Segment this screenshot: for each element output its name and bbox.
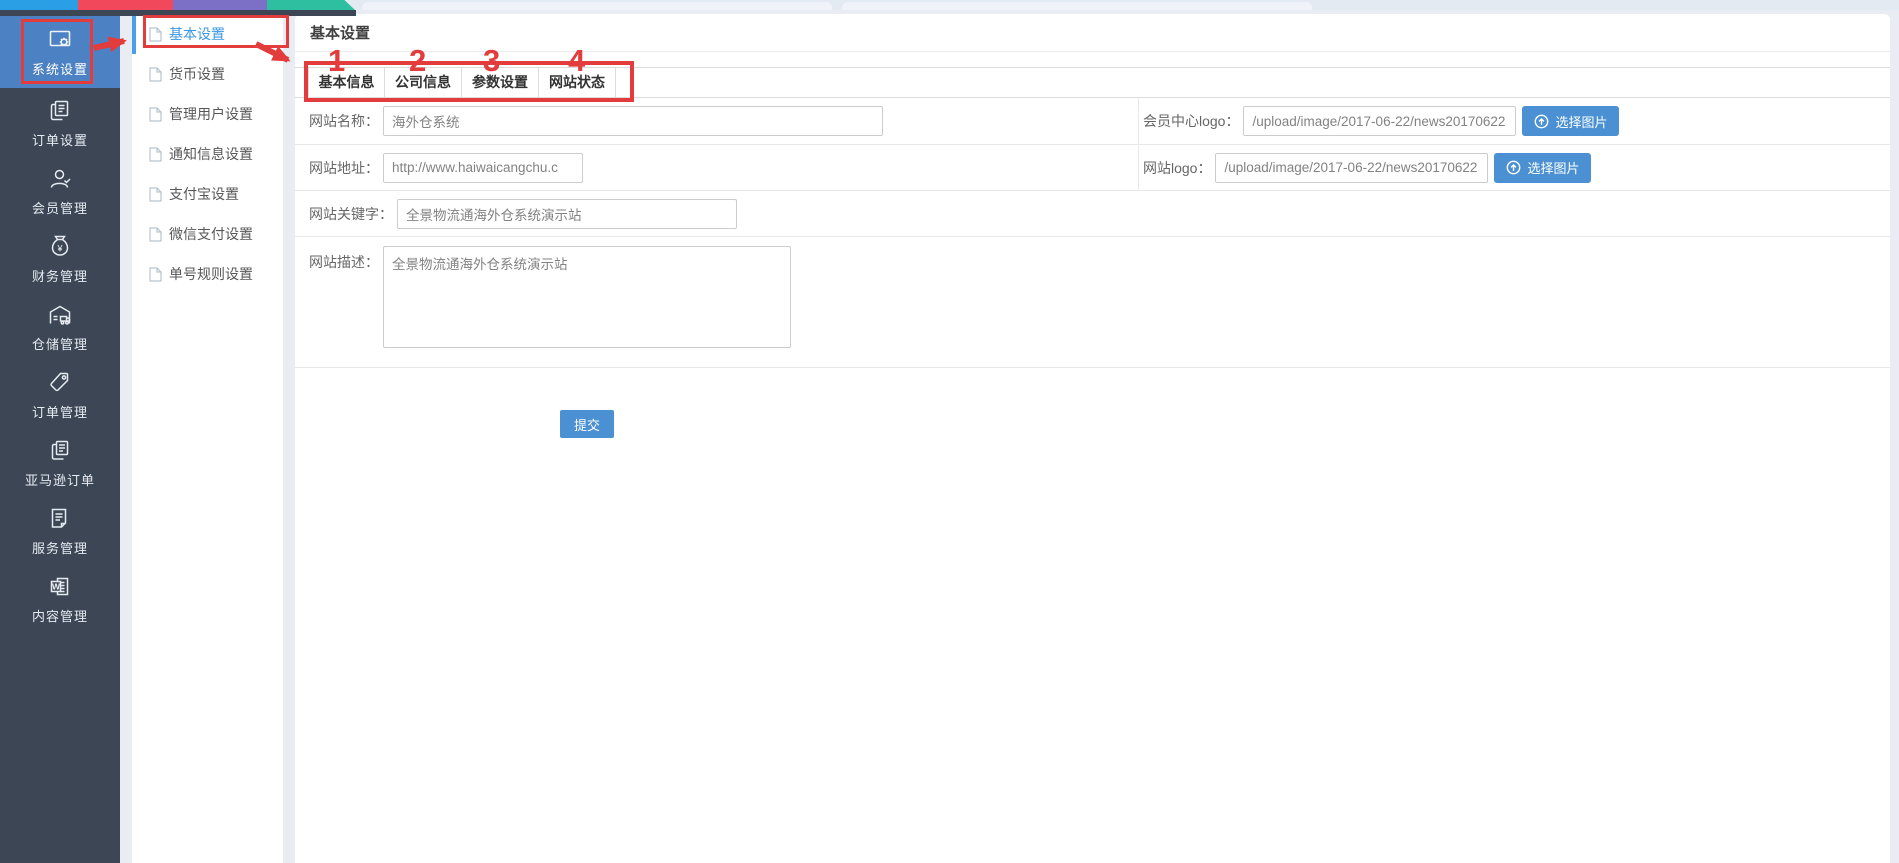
- site-name-label: 网站名称：: [309, 111, 379, 131]
- site-keywords-cell: 网站关键字：: [295, 191, 1890, 236]
- submit-button[interactable]: 提交: [560, 410, 614, 438]
- site-logo-cell: 网站logo： 选择图片: [1138, 145, 1890, 190]
- warehouse-truck-icon: [47, 300, 73, 330]
- tag-icon: [47, 368, 73, 398]
- sidebar-item-system-settings[interactable]: 系统设置: [0, 14, 120, 88]
- sidebar-item-amazon-orders[interactable]: 亚马逊订单: [0, 428, 120, 496]
- sidebar-item-member-management[interactable]: 会员管理: [0, 156, 120, 224]
- site-keywords-label: 网站关键字：: [309, 204, 393, 224]
- site-keywords-input[interactable]: [397, 199, 737, 229]
- submenu-item-admin-user-settings[interactable]: 管理用户设置: [132, 94, 283, 134]
- site-logo-choose-image-button[interactable]: 选择图片: [1494, 153, 1591, 183]
- basic-settings-form: 网站名称： 会员中心logo： 选择图片 网站地址：: [295, 98, 1890, 438]
- submenu-item-wechat-pay-settings[interactable]: 微信支付设置: [132, 214, 283, 254]
- tab-site-status[interactable]: 网站状态: [539, 68, 616, 97]
- submenu-panel: 基本设置 货币设置 管理用户设置 通知信息设置 支付宝设置: [132, 14, 283, 863]
- submenu-item-currency-settings[interactable]: 货币设置: [132, 54, 283, 94]
- member-logo-cell: 会员中心logo： 选择图片: [1138, 98, 1890, 144]
- screen: 系统设置 订单设置 会员管理: [0, 0, 1899, 863]
- document-lines-icon: [47, 504, 73, 534]
- svg-text:W: W: [52, 581, 61, 591]
- page-title: 基本设置: [295, 14, 1890, 52]
- form-row-site-description: 网站描述： 全景物流通海外仓系统演示站: [295, 237, 1890, 368]
- documents-icon: [47, 436, 73, 466]
- browser-tab-red[interactable]: [78, 0, 173, 10]
- page-icon: [149, 147, 162, 162]
- sidebar-item-warehouse-management[interactable]: 仓储管理: [0, 292, 120, 360]
- site-description-label: 网站描述：: [309, 252, 379, 272]
- site-name-cell: 网站名称：: [295, 98, 1138, 144]
- tab-basic-info[interactable]: 基本信息: [308, 68, 385, 97]
- form-row-site-name: 网站名称： 会员中心logo： 选择图片: [295, 98, 1890, 145]
- browser-tab-blue[interactable]: [0, 0, 78, 10]
- browser-tab-purple[interactable]: [173, 0, 267, 10]
- member-logo-label: 会员中心logo：: [1143, 111, 1239, 131]
- page-icon: [149, 67, 162, 82]
- system-settings-icon: [47, 25, 73, 55]
- submenu-item-notification-settings[interactable]: 通知信息设置: [132, 134, 283, 174]
- form-row-site-url: 网站地址： 网站logo： 选择图片: [295, 145, 1890, 191]
- upload-icon: [1506, 160, 1521, 175]
- sidebar-item-order-settings[interactable]: 订单设置: [0, 88, 120, 156]
- main-content-card: 基本设置 基本信息 公司信息 参数设置 网站状态 网站名称： 会员中心logo：: [295, 14, 1890, 863]
- browser-tab-green[interactable]: [267, 0, 355, 10]
- tab-company-info[interactable]: 公司信息: [385, 68, 462, 97]
- member-logo-input[interactable]: [1243, 106, 1516, 136]
- page-icon: [149, 227, 162, 242]
- browser-tab-ghost: [362, 2, 832, 10]
- site-logo-input[interactable]: [1215, 153, 1488, 183]
- sidebar-item-content-management[interactable]: W 内容管理: [0, 564, 120, 632]
- member-logo-choose-image-button[interactable]: 选择图片: [1522, 106, 1619, 136]
- form-row-site-keywords: 网站关键字：: [295, 191, 1890, 237]
- upload-icon: [1534, 114, 1549, 129]
- submenu-active-indicator: [132, 14, 136, 54]
- money-bag-icon: ¥: [47, 232, 73, 262]
- tabs-row: 基本信息 公司信息 参数设置 网站状态: [295, 67, 1890, 98]
- page-icon: [149, 267, 162, 282]
- site-logo-label: 网站logo：: [1143, 158, 1211, 178]
- site-url-cell: 网站地址：: [295, 145, 1138, 190]
- page-icon: [149, 27, 162, 42]
- sidebar-item-order-management[interactable]: 订单管理: [0, 360, 120, 428]
- submenu-item-basic-settings[interactable]: 基本设置: [132, 14, 283, 54]
- site-name-input[interactable]: [383, 106, 883, 136]
- page-icon: [149, 107, 162, 122]
- main-sidebar: 系统设置 订单设置 会员管理: [0, 10, 120, 863]
- site-url-input[interactable]: [383, 153, 583, 183]
- browser-tab-strip: [0, 0, 1899, 10]
- svg-text:¥: ¥: [56, 243, 63, 253]
- tab-parameter-settings[interactable]: 参数设置: [462, 68, 539, 97]
- member-icon: [47, 164, 73, 194]
- word-document-icon: W: [47, 572, 73, 602]
- submenu-item-alipay-settings[interactable]: 支付宝设置: [132, 174, 283, 214]
- site-description-textarea[interactable]: 全景物流通海外仓系统演示站: [383, 246, 791, 348]
- site-url-label: 网站地址：: [309, 158, 379, 178]
- sidebar-item-service-management[interactable]: 服务管理: [0, 496, 120, 564]
- submenu-item-tracking-number-rules[interactable]: 单号规则设置: [132, 254, 283, 294]
- page-icon: [149, 187, 162, 202]
- browser-toolbar-sliver: [0, 10, 356, 16]
- browser-tab-ghost: [842, 2, 1312, 10]
- order-settings-icon: [47, 96, 73, 126]
- sidebar-item-finance-management[interactable]: ¥ 财务管理: [0, 224, 120, 292]
